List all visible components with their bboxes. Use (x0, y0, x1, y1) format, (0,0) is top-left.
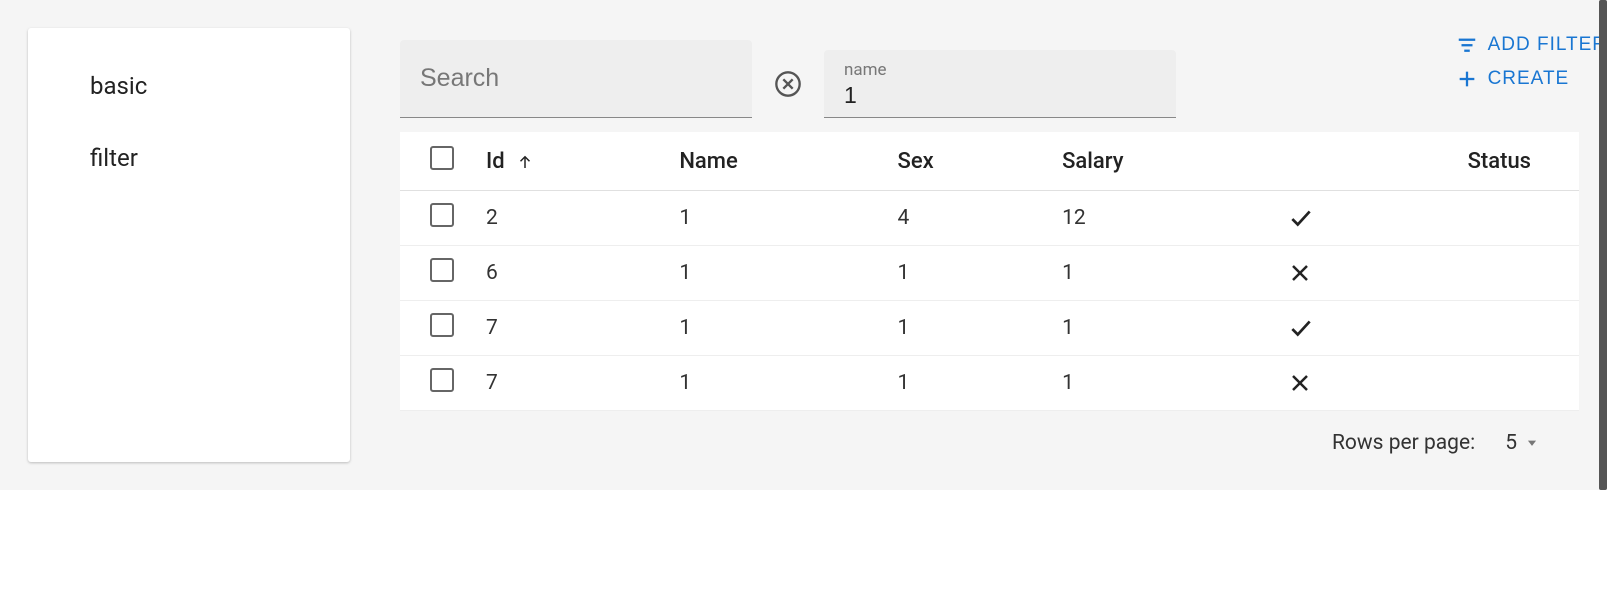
cell-name: 1 (663, 356, 881, 411)
check-icon (1288, 315, 1532, 341)
pagination: Rows per page: 5 (400, 411, 1579, 465)
row-checkbox[interactable] (430, 258, 454, 282)
toolbar: name ADD FILTER CREA (400, 28, 1579, 118)
cell-id: 7 (470, 301, 663, 356)
arrow-up-icon (516, 149, 534, 174)
cell-sex: 1 (882, 246, 1047, 301)
rows-per-page-label: Rows per page: (1332, 431, 1475, 455)
column-header-status[interactable]: Status (1272, 132, 1580, 191)
cell-name: 1 (663, 246, 881, 301)
column-header-name[interactable]: Name (663, 132, 881, 191)
sidebar-item-basic[interactable]: basic (28, 50, 350, 122)
column-header-id[interactable]: Id (470, 132, 663, 191)
filter-field[interactable]: name (824, 50, 1176, 118)
row-checkbox[interactable] (430, 203, 454, 227)
cell-salary: 1 (1046, 301, 1271, 356)
close-circle-icon (774, 70, 802, 98)
close-icon (1288, 371, 1532, 395)
clear-filter-button[interactable] (766, 62, 810, 106)
filter-field-input[interactable] (844, 80, 1156, 109)
filter-field-label: name (844, 60, 1156, 80)
create-button[interactable]: CREATE (1456, 68, 1570, 90)
cell-status (1272, 246, 1580, 301)
check-icon (1288, 205, 1532, 231)
chevron-down-icon (1525, 436, 1539, 450)
rows-per-page-value: 5 (1505, 431, 1517, 455)
table-row[interactable]: 21412 (400, 191, 1579, 246)
data-table: Id Name Sex Salary Status 21412611171 (400, 132, 1579, 411)
cell-status (1272, 301, 1580, 356)
row-checkbox[interactable] (430, 368, 454, 392)
filter-icon (1456, 34, 1478, 56)
cell-sex: 1 (882, 301, 1047, 356)
cell-status (1272, 356, 1580, 411)
cell-salary: 1 (1046, 246, 1271, 301)
add-filter-label: ADD FILTER (1488, 34, 1607, 56)
cell-id: 2 (470, 191, 663, 246)
cell-id: 7 (470, 356, 663, 411)
scrollbar[interactable] (1599, 0, 1607, 490)
cell-name: 1 (663, 301, 881, 356)
column-header-id-label: Id (486, 149, 505, 174)
sidebar-item-filter[interactable]: filter (28, 122, 350, 194)
add-filter-button[interactable]: ADD FILTER (1456, 34, 1607, 56)
select-all-checkbox[interactable] (430, 146, 454, 170)
rows-per-page-select[interactable]: 5 (1505, 431, 1539, 455)
sidebar: basic filter (28, 28, 350, 462)
main-content: name ADD FILTER CREA (400, 28, 1579, 462)
cell-status (1272, 191, 1580, 246)
cell-salary: 1 (1046, 356, 1271, 411)
table-row[interactable]: 7111 (400, 301, 1579, 356)
cell-sex: 4 (882, 191, 1047, 246)
cell-salary: 12 (1046, 191, 1271, 246)
table-row[interactable]: 6111 (400, 246, 1579, 301)
cell-id: 6 (470, 246, 663, 301)
cell-name: 1 (663, 191, 881, 246)
create-label: CREATE (1488, 68, 1570, 90)
search-input[interactable] (400, 40, 752, 118)
table-row[interactable]: 7111 (400, 356, 1579, 411)
close-icon (1288, 261, 1532, 285)
plus-icon (1456, 68, 1478, 90)
column-header-salary[interactable]: Salary (1046, 132, 1271, 191)
cell-sex: 1 (882, 356, 1047, 411)
column-header-sex[interactable]: Sex (882, 132, 1047, 191)
row-checkbox[interactable] (430, 313, 454, 337)
